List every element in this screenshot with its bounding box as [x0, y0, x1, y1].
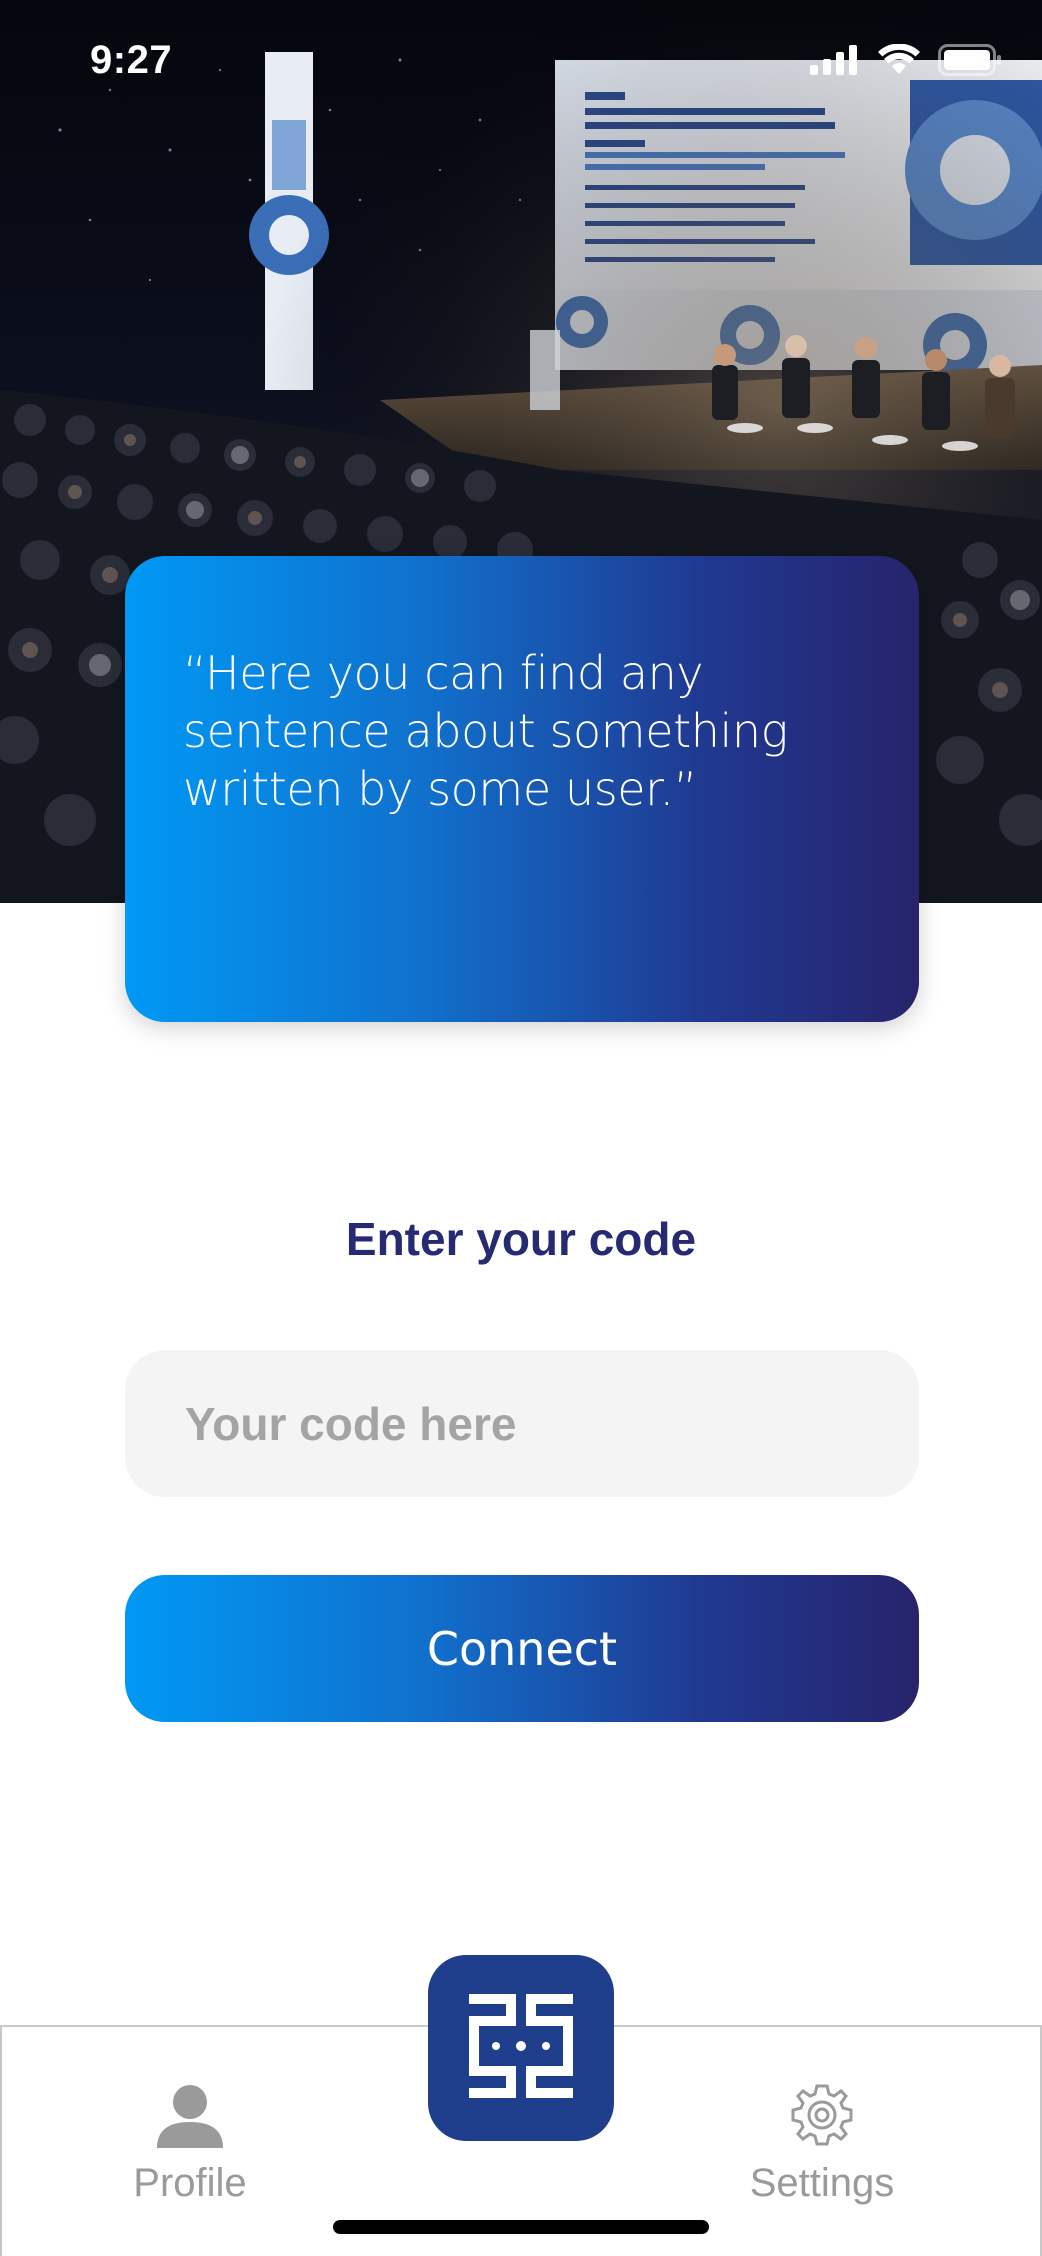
code-input[interactable] [125, 1350, 919, 1497]
center-logo-button[interactable] [428, 1955, 614, 2141]
person-icon [155, 2082, 225, 2153]
gear-icon [789, 2082, 855, 2153]
tab-profile-label: Profile [133, 2161, 247, 2205]
wifi-icon [878, 43, 920, 81]
status-icons [810, 43, 1002, 81]
tab-profile[interactable]: Profile [60, 2082, 320, 2206]
code-title: Enter your code [345, 1213, 697, 1265]
home-indicator [333, 2220, 709, 2234]
tab-settings[interactable]: Settings [692, 2082, 952, 2206]
signal-icon [810, 45, 860, 80]
status-time: 9:27 [90, 38, 173, 82]
connect-button[interactable]: Connect [125, 1575, 919, 1722]
app-logo-icon [466, 1991, 576, 2106]
tab-settings-label: Settings [749, 2161, 895, 2205]
battery-icon [938, 44, 1002, 81]
quote-card: “Here you can find any sentence about so… [125, 556, 919, 1022]
quote-text: “Here you can find any sentence about so… [183, 646, 788, 816]
